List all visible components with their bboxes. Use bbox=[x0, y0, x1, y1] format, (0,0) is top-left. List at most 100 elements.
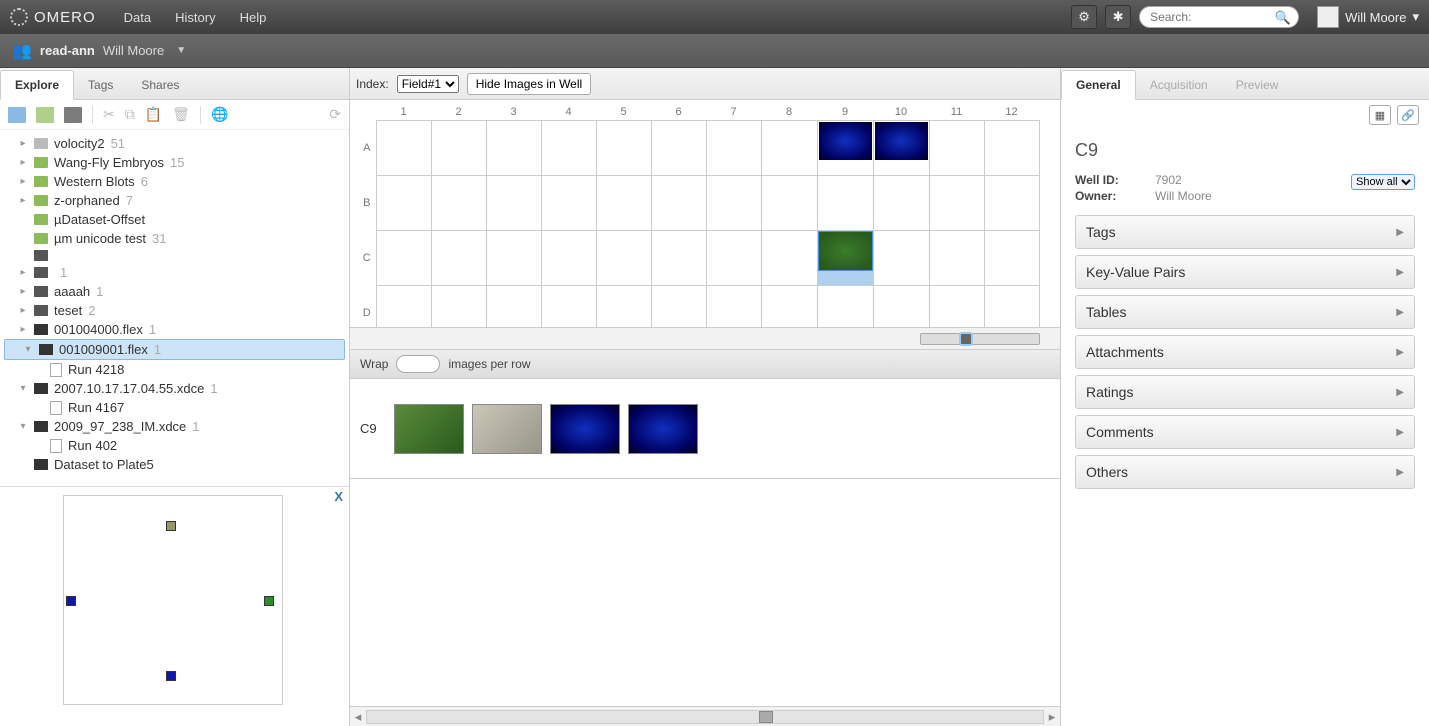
plugins-icon[interactable]: ✱ bbox=[1105, 5, 1131, 29]
well-C6[interactable] bbox=[651, 231, 706, 286]
expand-icon[interactable]: ▾ bbox=[18, 383, 28, 394]
show-all-select[interactable]: Show all bbox=[1351, 174, 1415, 190]
bottom-scrollbar[interactable]: ◂ ▸ bbox=[350, 706, 1060, 726]
menu-data[interactable]: Data bbox=[124, 10, 151, 25]
tree[interactable]: ▸volocity2 51▸Wang-Fly Embryos 15▸Wester… bbox=[0, 130, 349, 486]
accordion-section[interactable]: Tags▶ bbox=[1075, 215, 1415, 249]
well-D10[interactable] bbox=[873, 286, 929, 328]
well-D11[interactable] bbox=[929, 286, 984, 328]
link-icon[interactable]: 🔗 bbox=[1397, 105, 1419, 125]
well-A10[interactable] bbox=[873, 121, 929, 176]
new-screen-icon[interactable] bbox=[64, 107, 82, 123]
tree-node[interactable]: µm unicode test 31 bbox=[0, 229, 349, 248]
well-D2[interactable] bbox=[431, 286, 486, 328]
expand-icon[interactable]: ▸ bbox=[18, 267, 28, 278]
well-B6[interactable] bbox=[651, 176, 706, 231]
well-D1[interactable] bbox=[376, 286, 431, 328]
tree-node[interactable]: ▾2009_97_238_IM.xdce 1 bbox=[0, 417, 349, 436]
well-A6[interactable] bbox=[651, 121, 706, 176]
tree-node[interactable]: Run 4167 bbox=[0, 398, 349, 417]
tab-shares[interactable]: Shares bbox=[127, 71, 193, 99]
well-D6[interactable] bbox=[651, 286, 706, 328]
scroll-thumb[interactable] bbox=[759, 711, 773, 723]
well-A2[interactable] bbox=[431, 121, 486, 176]
image-thumb[interactable] bbox=[550, 404, 620, 454]
expand-icon[interactable]: ▾ bbox=[23, 344, 33, 355]
settings-icon[interactable]: ⚙ bbox=[1071, 5, 1097, 29]
user-menu[interactable]: Will Moore ▾ bbox=[1317, 6, 1419, 28]
tree-node[interactable]: µDataset-Offset bbox=[0, 210, 349, 229]
expand-icon[interactable]: ▸ bbox=[18, 176, 28, 187]
well-B10[interactable] bbox=[873, 176, 929, 231]
accordion-section[interactable]: Comments▶ bbox=[1075, 415, 1415, 449]
well-C3[interactable] bbox=[486, 231, 541, 286]
tree-node[interactable]: ▸Wang-Fly Embryos 15 bbox=[0, 153, 349, 172]
well-B1[interactable] bbox=[376, 176, 431, 231]
well-B8[interactable] bbox=[761, 176, 817, 231]
tree-node[interactable]: ▸001004000.flex 1 bbox=[0, 320, 349, 339]
group-user-selector[interactable]: 👥 read-ann Will Moore ▼ bbox=[12, 41, 186, 61]
well-B11[interactable] bbox=[929, 176, 984, 231]
tab-general[interactable]: General bbox=[1061, 70, 1136, 100]
image-thumb[interactable] bbox=[628, 404, 698, 454]
search-icon[interactable]: 🔍 bbox=[1275, 10, 1291, 26]
well-C9[interactable] bbox=[817, 231, 873, 286]
expand-icon[interactable]: ▸ bbox=[18, 138, 28, 149]
scroll-left-icon[interactable]: ◂ bbox=[350, 709, 366, 725]
expand-icon[interactable]: ▸ bbox=[18, 286, 28, 297]
well-B12[interactable] bbox=[984, 176, 1039, 231]
well-D12[interactable] bbox=[984, 286, 1039, 328]
wrap-input[interactable] bbox=[396, 355, 440, 373]
tree-node[interactable]: ▸aaaah 1 bbox=[0, 282, 349, 301]
scroll-track[interactable] bbox=[366, 710, 1044, 724]
tree-node[interactable]: ▸z-orphaned 7 bbox=[0, 191, 349, 210]
well-A9[interactable] bbox=[817, 121, 873, 176]
well-B9[interactable] bbox=[817, 176, 873, 231]
plate-grid[interactable]: 123456789101112ABCDEFG bbox=[358, 104, 1040, 327]
refresh-icon[interactable]: ⟳ bbox=[329, 106, 341, 123]
well-C4[interactable] bbox=[541, 231, 596, 286]
new-dataset-icon[interactable] bbox=[36, 107, 54, 123]
share-icon[interactable]: 🌐 bbox=[211, 106, 228, 123]
well-thumb[interactable] bbox=[819, 122, 872, 160]
accordion-section[interactable]: Others▶ bbox=[1075, 455, 1415, 489]
new-project-icon[interactable] bbox=[8, 107, 26, 123]
menu-history[interactable]: History bbox=[175, 10, 215, 25]
zoom-slider[interactable] bbox=[920, 333, 1040, 345]
well-C5[interactable] bbox=[596, 231, 651, 286]
paste-icon[interactable]: 📋 bbox=[145, 106, 162, 123]
expand-icon[interactable]: ▾ bbox=[18, 421, 28, 432]
tree-node[interactable]: Dataset to Plate5 bbox=[0, 455, 349, 474]
accordion-section[interactable]: Attachments▶ bbox=[1075, 335, 1415, 369]
well-D7[interactable] bbox=[706, 286, 761, 328]
well-A8[interactable] bbox=[761, 121, 817, 176]
well-C12[interactable] bbox=[984, 231, 1039, 286]
tree-node[interactable]: ▾2007.10.17.17.04.55.xdce 1 bbox=[0, 379, 349, 398]
tab-tags[interactable]: Tags bbox=[74, 71, 127, 99]
close-preview-button[interactable]: X bbox=[334, 489, 343, 504]
expand-icon[interactable]: ▸ bbox=[18, 157, 28, 168]
scroll-right-icon[interactable]: ▸ bbox=[1044, 709, 1060, 725]
tree-node[interactable] bbox=[0, 248, 349, 263]
well-A7[interactable] bbox=[706, 121, 761, 176]
field-select[interactable]: Field#1 bbox=[397, 75, 459, 93]
well-C7[interactable] bbox=[706, 231, 761, 286]
well-C2[interactable] bbox=[431, 231, 486, 286]
well-A4[interactable] bbox=[541, 121, 596, 176]
delete-icon[interactable]: 🗑 bbox=[172, 106, 190, 123]
tree-node[interactable]: ▾001009001.flex 1 bbox=[4, 339, 345, 360]
accordion-section[interactable]: Tables▶ bbox=[1075, 295, 1415, 329]
tree-node[interactable]: ▸volocity2 51 bbox=[0, 134, 349, 153]
well-B5[interactable] bbox=[596, 176, 651, 231]
well-D4[interactable] bbox=[541, 286, 596, 328]
tree-node[interactable]: ▸teset 2 bbox=[0, 301, 349, 320]
well-A3[interactable] bbox=[486, 121, 541, 176]
well-C8[interactable] bbox=[761, 231, 817, 286]
expand-icon[interactable]: ▸ bbox=[18, 305, 28, 316]
accordion-section[interactable]: Ratings▶ bbox=[1075, 375, 1415, 409]
tree-node[interactable]: Run 402 bbox=[0, 436, 349, 455]
image-thumb[interactable] bbox=[472, 404, 542, 454]
well-A12[interactable] bbox=[984, 121, 1039, 176]
well-D9[interactable] bbox=[817, 286, 873, 328]
expand-icon[interactable]: ▸ bbox=[18, 324, 28, 335]
